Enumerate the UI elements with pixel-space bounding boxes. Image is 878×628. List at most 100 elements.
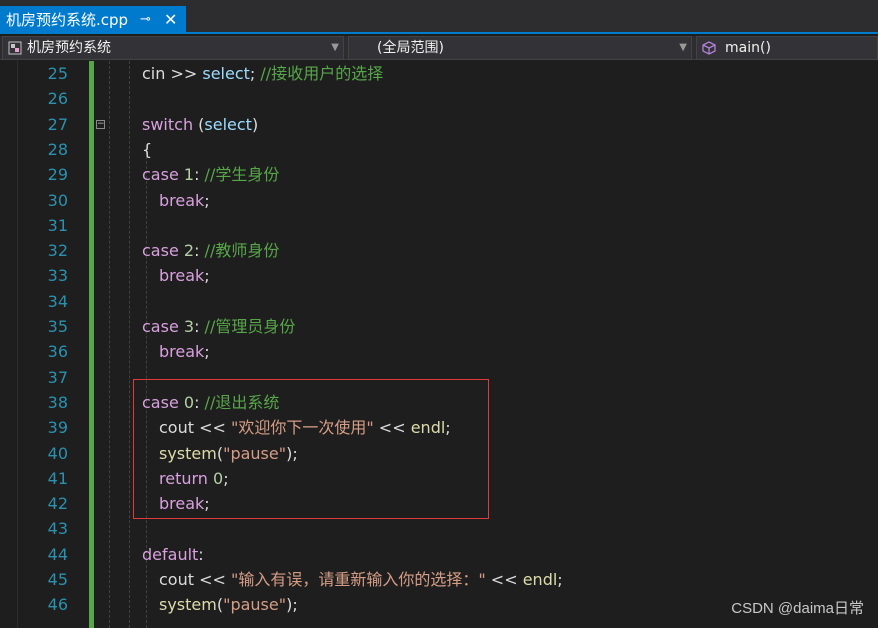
line-number: 38 (47, 392, 68, 412)
code-token: ; (204, 266, 210, 286)
line-number: 27 (47, 114, 68, 134)
line-number: 37 (47, 367, 68, 387)
code-token: 2 (183, 241, 195, 261)
code-text: system("pause"); (159, 592, 298, 617)
project-dropdown[interactable]: 机房预约系统 ▼ (2, 36, 344, 60)
project-icon (8, 41, 22, 55)
chevron-down-icon: ▼ (679, 42, 687, 53)
code-token: //教师身份 (204, 241, 280, 261)
code-token: //接收用户的选择 (260, 64, 384, 83)
code-token: : (194, 241, 205, 261)
code-token: "输入有误，请重新输入你的选择：" (230, 570, 486, 589)
project-name: 机房预约系统 (27, 40, 111, 56)
line-number: 26 (47, 89, 68, 109)
code-text: break; (159, 188, 210, 213)
code-line[interactable]: 33 break; (0, 263, 878, 288)
line-number: 32 (47, 241, 68, 261)
code-token: break (159, 190, 205, 210)
code-line[interactable]: 32 case 2: //教师身份 (0, 238, 878, 263)
line-number: 28 (47, 139, 68, 159)
code-token: : (198, 544, 204, 564)
tab-title: 机房预约系统.cpp (6, 11, 129, 29)
member-dropdown[interactable]: main() (696, 36, 878, 60)
code-token: break (159, 342, 205, 362)
line-number: 43 (47, 519, 68, 539)
code-token: //管理员身份 (204, 317, 296, 336)
code-text: break; (159, 339, 210, 364)
code-token: cout << (159, 570, 231, 589)
code-token: 3 (183, 317, 195, 336)
code-text: break; (159, 263, 210, 288)
code-line[interactable]: 36 break; (0, 339, 878, 364)
member-name: main() (725, 40, 771, 56)
code-token: : (194, 165, 205, 185)
pin-icon[interactable]: ⊸ (140, 6, 151, 34)
code-text: { (142, 137, 152, 162)
scope-dropdown[interactable]: (全局范围) ▼ (348, 36, 692, 60)
code-line[interactable]: 28 { (0, 137, 878, 162)
code-line[interactable]: 34 (0, 289, 878, 314)
collapse-icon[interactable]: − (96, 119, 105, 129)
tab-file[interactable]: 机房预约系统.cpp ⊸ ✕ (0, 6, 186, 34)
code-token: system (159, 595, 217, 615)
code-line[interactable]: 44 default: (0, 542, 878, 567)
code-text: switch (select) (142, 112, 258, 137)
line-number: 39 (47, 418, 68, 438)
code-token: << (485, 570, 523, 589)
line-number: 45 (47, 570, 68, 589)
line-number: 35 (47, 317, 68, 336)
code-token: ; (249, 64, 261, 83)
code-line[interactable]: 45 cout << "输入有误，请重新输入你的选择：" << endl; (0, 567, 878, 592)
line-number: 33 (47, 266, 68, 286)
code-token: ; (204, 190, 210, 210)
code-token: ) (251, 114, 259, 134)
line-number: 41 (47, 468, 68, 488)
code-token: select (204, 114, 252, 134)
code-line[interactable]: 30 break; (0, 188, 878, 213)
watermark: CSDN @daima日常 (731, 600, 864, 617)
line-number: 29 (47, 165, 68, 185)
line-number: 46 (47, 595, 68, 615)
code-token: "pause" (223, 595, 287, 615)
code-token: case (142, 241, 179, 261)
code-line[interactable]: 26 (0, 86, 878, 111)
code-line[interactable]: 31 (0, 213, 878, 238)
code-token: default (142, 544, 199, 564)
code-token: //学生身份 (204, 165, 280, 185)
navigation-bar: 机房预约系统 ▼ (全局范围) ▼ main() (0, 36, 878, 60)
line-number: 25 (47, 64, 68, 83)
method-cube-icon (702, 41, 716, 55)
line-number: 44 (47, 544, 68, 564)
code-token: select (202, 64, 250, 83)
code-token: ; (204, 342, 210, 362)
code-token: { (142, 139, 153, 159)
highlight-box (133, 379, 489, 519)
code-text: default: (142, 542, 204, 567)
code-editor[interactable]: 25 cin >> select; //接收用户的选择 26 27 − switch (s… (0, 61, 878, 628)
chevron-down-icon: ▼ (331, 42, 339, 53)
close-icon[interactable]: ✕ (164, 6, 177, 34)
line-number: 34 (47, 291, 68, 311)
tab-bar: 机房预约系统.cpp ⊸ ✕ (0, 0, 878, 34)
code-text: case 3: //管理员身份 (142, 314, 295, 339)
code-token: ; (557, 570, 563, 589)
code-line[interactable]: 25 cin >> select; //接收用户的选择 (0, 61, 878, 86)
line-number: 31 (47, 215, 68, 235)
code-token: 1 (183, 165, 195, 185)
line-number: 40 (47, 443, 68, 463)
code-line[interactable]: 29 case 1: //学生身份 (0, 162, 878, 187)
code-token: case (142, 317, 179, 336)
line-number: 36 (47, 342, 68, 362)
code-line[interactable]: 27 − switch (select) (0, 112, 878, 137)
line-number: 42 (47, 494, 68, 514)
code-token: ); (286, 595, 298, 615)
code-text: case 2: //教师身份 (142, 238, 279, 263)
code-token: endl (522, 570, 558, 589)
code-line[interactable]: 35 case 3: //管理员身份 (0, 314, 878, 339)
code-line[interactable]: 43 (0, 516, 878, 541)
scope-name: (全局范围) (377, 40, 444, 56)
line-number: 30 (47, 190, 68, 210)
code-token: : (194, 317, 205, 336)
code-text: case 1: //学生身份 (142, 162, 279, 187)
code-text: cin >> select; //接收用户的选择 (142, 61, 383, 86)
